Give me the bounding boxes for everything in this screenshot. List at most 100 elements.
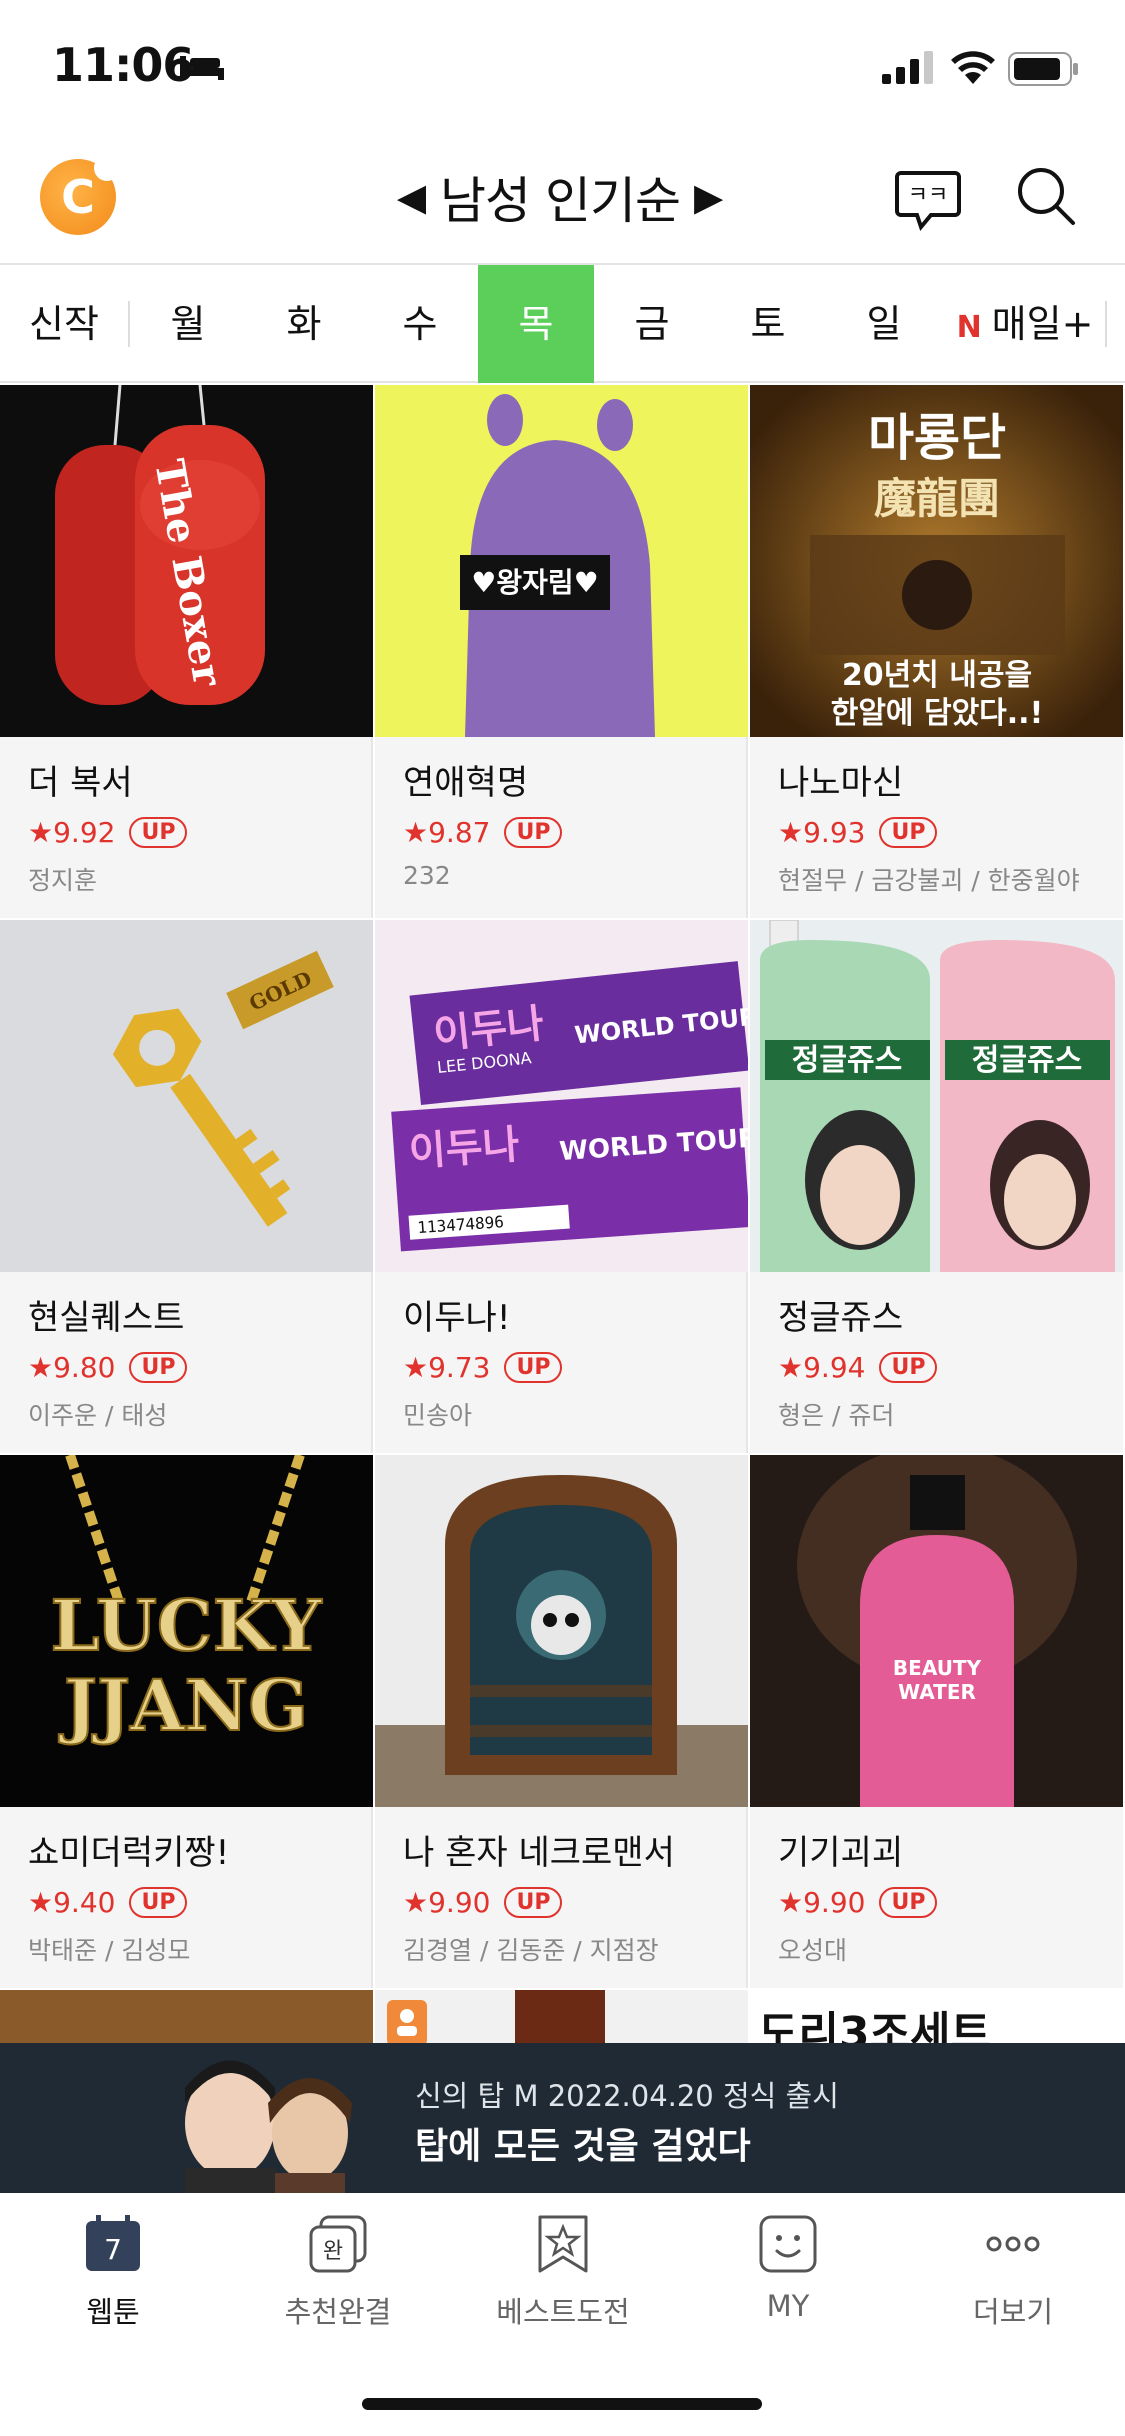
webtoon-author: 형은 / 쥬더 <box>778 1401 895 1430</box>
thumbnail: 마룡단 魔龍團 20년치 내공을 한알에 담았다..! <box>750 385 1123 737</box>
weekday-tabs: 신작 월 화 수 목 금 토 일 N 매일+ <box>0 265 1125 383</box>
webtoon-card[interactable]: 마룡단 魔龍團 20년치 내공을 한알에 담았다..! 나노마신 ★9.93 U… <box>750 385 1123 918</box>
tab-daily-plus[interactable]: N 매일+ <box>945 265 1105 383</box>
up-badge: UP <box>504 817 563 848</box>
thumbnail: 정글쥬스 정글쥬스 <box>750 920 1123 1272</box>
thumbnail: 도리3조세트 <box>750 1990 1123 2050</box>
webtoon-card[interactable]: GOLD 현실퀘스트 ★9.80 UP 이주운 / 태성 <box>0 920 373 1453</box>
webtoon-author: 박태준 / 김성모 <box>28 1936 191 1965</box>
thumbnail: GOLD <box>0 920 373 1272</box>
svg-text:완: 완 <box>323 2239 343 2264</box>
webtoon-title: 기기괴괴 <box>778 1833 904 1873</box>
webtoon-card[interactable] <box>375 1990 748 2050</box>
thumb-text: 마룡단 <box>868 408 1006 467</box>
thumbnail <box>0 1990 373 2050</box>
tab-fri[interactable]: 금 <box>594 265 710 383</box>
webtoon-card[interactable] <box>0 1990 373 2050</box>
tab-tue[interactable]: 화 <box>246 265 362 383</box>
rating: ★9.87 <box>403 816 491 849</box>
rating: ★9.92 <box>28 816 116 849</box>
nav-completed[interactable]: 완 추천완결 <box>238 2213 438 2333</box>
nav-best-challenge[interactable]: 베스트도전 <box>463 2213 663 2333</box>
promo-banner[interactable]: 신의 탑 M 2022.04.20 정식 출시 탑에 모든 것을 걸었다 <box>0 2043 1125 2193</box>
rating: ★9.94 <box>778 1351 866 1384</box>
rating: ★9.80 <box>28 1351 116 1384</box>
card-info: 기기괴괴 ★9.90 UP 오성대 <box>778 1825 1108 1967</box>
nav-more[interactable]: 더보기 <box>913 2213 1113 2333</box>
card-info: 현실퀘스트 ★9.80 UP 이주운 / 태성 <box>28 1290 358 1432</box>
banner-title: 탑에 모든 것을 걸었다 <box>415 2126 751 2167</box>
webtoon-card[interactable]: 도리3조세트 <box>750 1990 1123 2050</box>
card-info: 더 복서 ★9.92 UP 정지훈 <box>28 755 358 897</box>
thumb-text: LUCKY <box>50 1584 322 1667</box>
rating: ★9.40 <box>28 1886 116 1919</box>
card-info: 이두나! ★9.73 UP 민송아 <box>403 1290 733 1432</box>
sort-selector[interactable]: ◀ 남성 인기순 ▶ <box>380 157 740 237</box>
webtoon-card[interactable]: BEAUTY WATER 기기괴괴 ★9.90 UP 오성대 <box>750 1455 1123 1988</box>
webtoon-author: 오성대 <box>778 1936 848 1965</box>
home-indicator[interactable] <box>362 2398 762 2410</box>
battery-icon <box>1008 52 1078 86</box>
up-badge: UP <box>879 817 938 848</box>
tab-daily-label: 매일+ <box>991 302 1094 346</box>
webtoon-author: 현절무 / 금강불괴 / 한중월야 <box>778 866 1080 895</box>
thumb-text: WATER <box>898 1680 976 1704</box>
nav-my[interactable]: MY <box>688 2213 888 2333</box>
app-header: C ◀ 남성 인기순 ▶ ㅋㅋ <box>0 135 1125 265</box>
card-info: 나노마신 ★9.93 UP 현절무 / 금강불괴 / 한중월야 <box>778 755 1108 897</box>
nav-label: 더보기 <box>972 2295 1054 2329</box>
webtoon-title: 연애혁명 <box>403 763 529 803</box>
up-badge: UP <box>879 1887 938 1918</box>
tab-thu[interactable]: 목 <box>478 265 594 383</box>
up-badge: UP <box>504 1352 563 1383</box>
nav-label: 추천완결 <box>284 2295 392 2329</box>
nav-webtoon[interactable]: 7 웹툰 <box>13 2213 213 2333</box>
status-time: 11:06 <box>52 38 194 92</box>
webtoon-author: 김경열 / 김동준 / 지점장 <box>403 1936 659 1965</box>
webtoon-card[interactable]: LUCKY JJANG 쇼미더럭키짱! ★9.40 UP 박태준 / 김성모 <box>0 1455 373 1988</box>
webtoon-title: 나 혼자 네크로맨서 <box>403 1833 675 1873</box>
cellular-signal-icon <box>882 51 933 84</box>
tab-sun[interactable]: 일 <box>826 265 942 383</box>
webtoon-author: 이주운 / 태성 <box>28 1401 168 1430</box>
webtoon-title: 현실퀘스트 <box>28 1298 185 1338</box>
thumb-text: 魔龍團 <box>874 474 1000 523</box>
app-logo[interactable]: C <box>40 155 120 235</box>
tab-new[interactable]: 신작 <box>0 265 128 383</box>
daily-new-badge: N <box>956 310 982 345</box>
tab-wed[interactable]: 수 <box>362 265 478 383</box>
thumbnail <box>375 1455 748 1807</box>
nav-label: 웹툰 <box>86 2295 140 2329</box>
thumb-text: JJANG <box>58 1664 308 1747</box>
completed-books-icon: 완 <box>309 2215 367 2273</box>
card-info: 정글쥬스 ★9.94 UP 형은 / 쥬더 <box>778 1290 1108 1432</box>
webtoon-title: 쇼미더럭키짱! <box>28 1833 230 1873</box>
webtoon-card[interactable]: 정글쥬스 정글쥬스 정글쥬스 ★9.94 UP 형은 / 쥬더 <box>750 920 1123 1453</box>
thumb-text: 한알에 담았다..! <box>831 696 1044 731</box>
thumbnail: 이두나 LEE DOONA WORLD TOUR 이두나 WORLD TOUR … <box>375 920 748 1272</box>
webtoon-card[interactable]: The Boxer 더 복서 ★9.92 UP 정지훈 <box>0 385 373 918</box>
svg-text:ㅋㅋ: ㅋㅋ <box>908 183 948 208</box>
wifi-icon <box>951 51 995 84</box>
thumbnail: The Boxer <box>0 385 373 737</box>
card-info: 쇼미더럭키짱! ★9.40 UP 박태준 / 김성모 <box>28 1825 358 1967</box>
thumb-text: 20년치 내공을 <box>842 658 1032 693</box>
webtoon-author: 민송아 <box>403 1401 473 1430</box>
webtoon-card[interactable]: 이두나 LEE DOONA WORLD TOUR 이두나 WORLD TOUR … <box>375 920 748 1453</box>
rating: ★9.90 <box>403 1886 491 1919</box>
thumb-text: ♥왕자림♥ <box>471 566 598 599</box>
thumbnail: ♥왕자림♥ <box>375 385 748 737</box>
webtoon-title: 나노마신 <box>778 763 904 803</box>
webtoon-card[interactable]: 나 혼자 네크로맨서 ★9.90 UP 김경열 / 김동준 / 지점장 <box>375 1455 748 1988</box>
bookmark-star-icon <box>538 2215 588 2273</box>
tab-mon[interactable]: 월 <box>130 265 246 383</box>
chat-bubble-icon[interactable]: ㅋㅋ <box>893 165 963 235</box>
card-info: 연애혁명 ★9.87 UP 232 <box>403 755 733 890</box>
thumb-text: 정글쥬스 <box>972 1043 1082 1078</box>
webtoon-author: 232 <box>403 861 451 890</box>
prev-sort-arrow-icon[interactable]: ◀ <box>397 175 426 219</box>
next-sort-arrow-icon[interactable]: ▶ <box>694 175 723 219</box>
search-icon[interactable] <box>1015 165 1077 227</box>
tab-sat[interactable]: 토 <box>710 265 826 383</box>
webtoon-card[interactable]: ♥왕자림♥ 연애혁명 ★9.87 UP 232 <box>375 385 748 918</box>
